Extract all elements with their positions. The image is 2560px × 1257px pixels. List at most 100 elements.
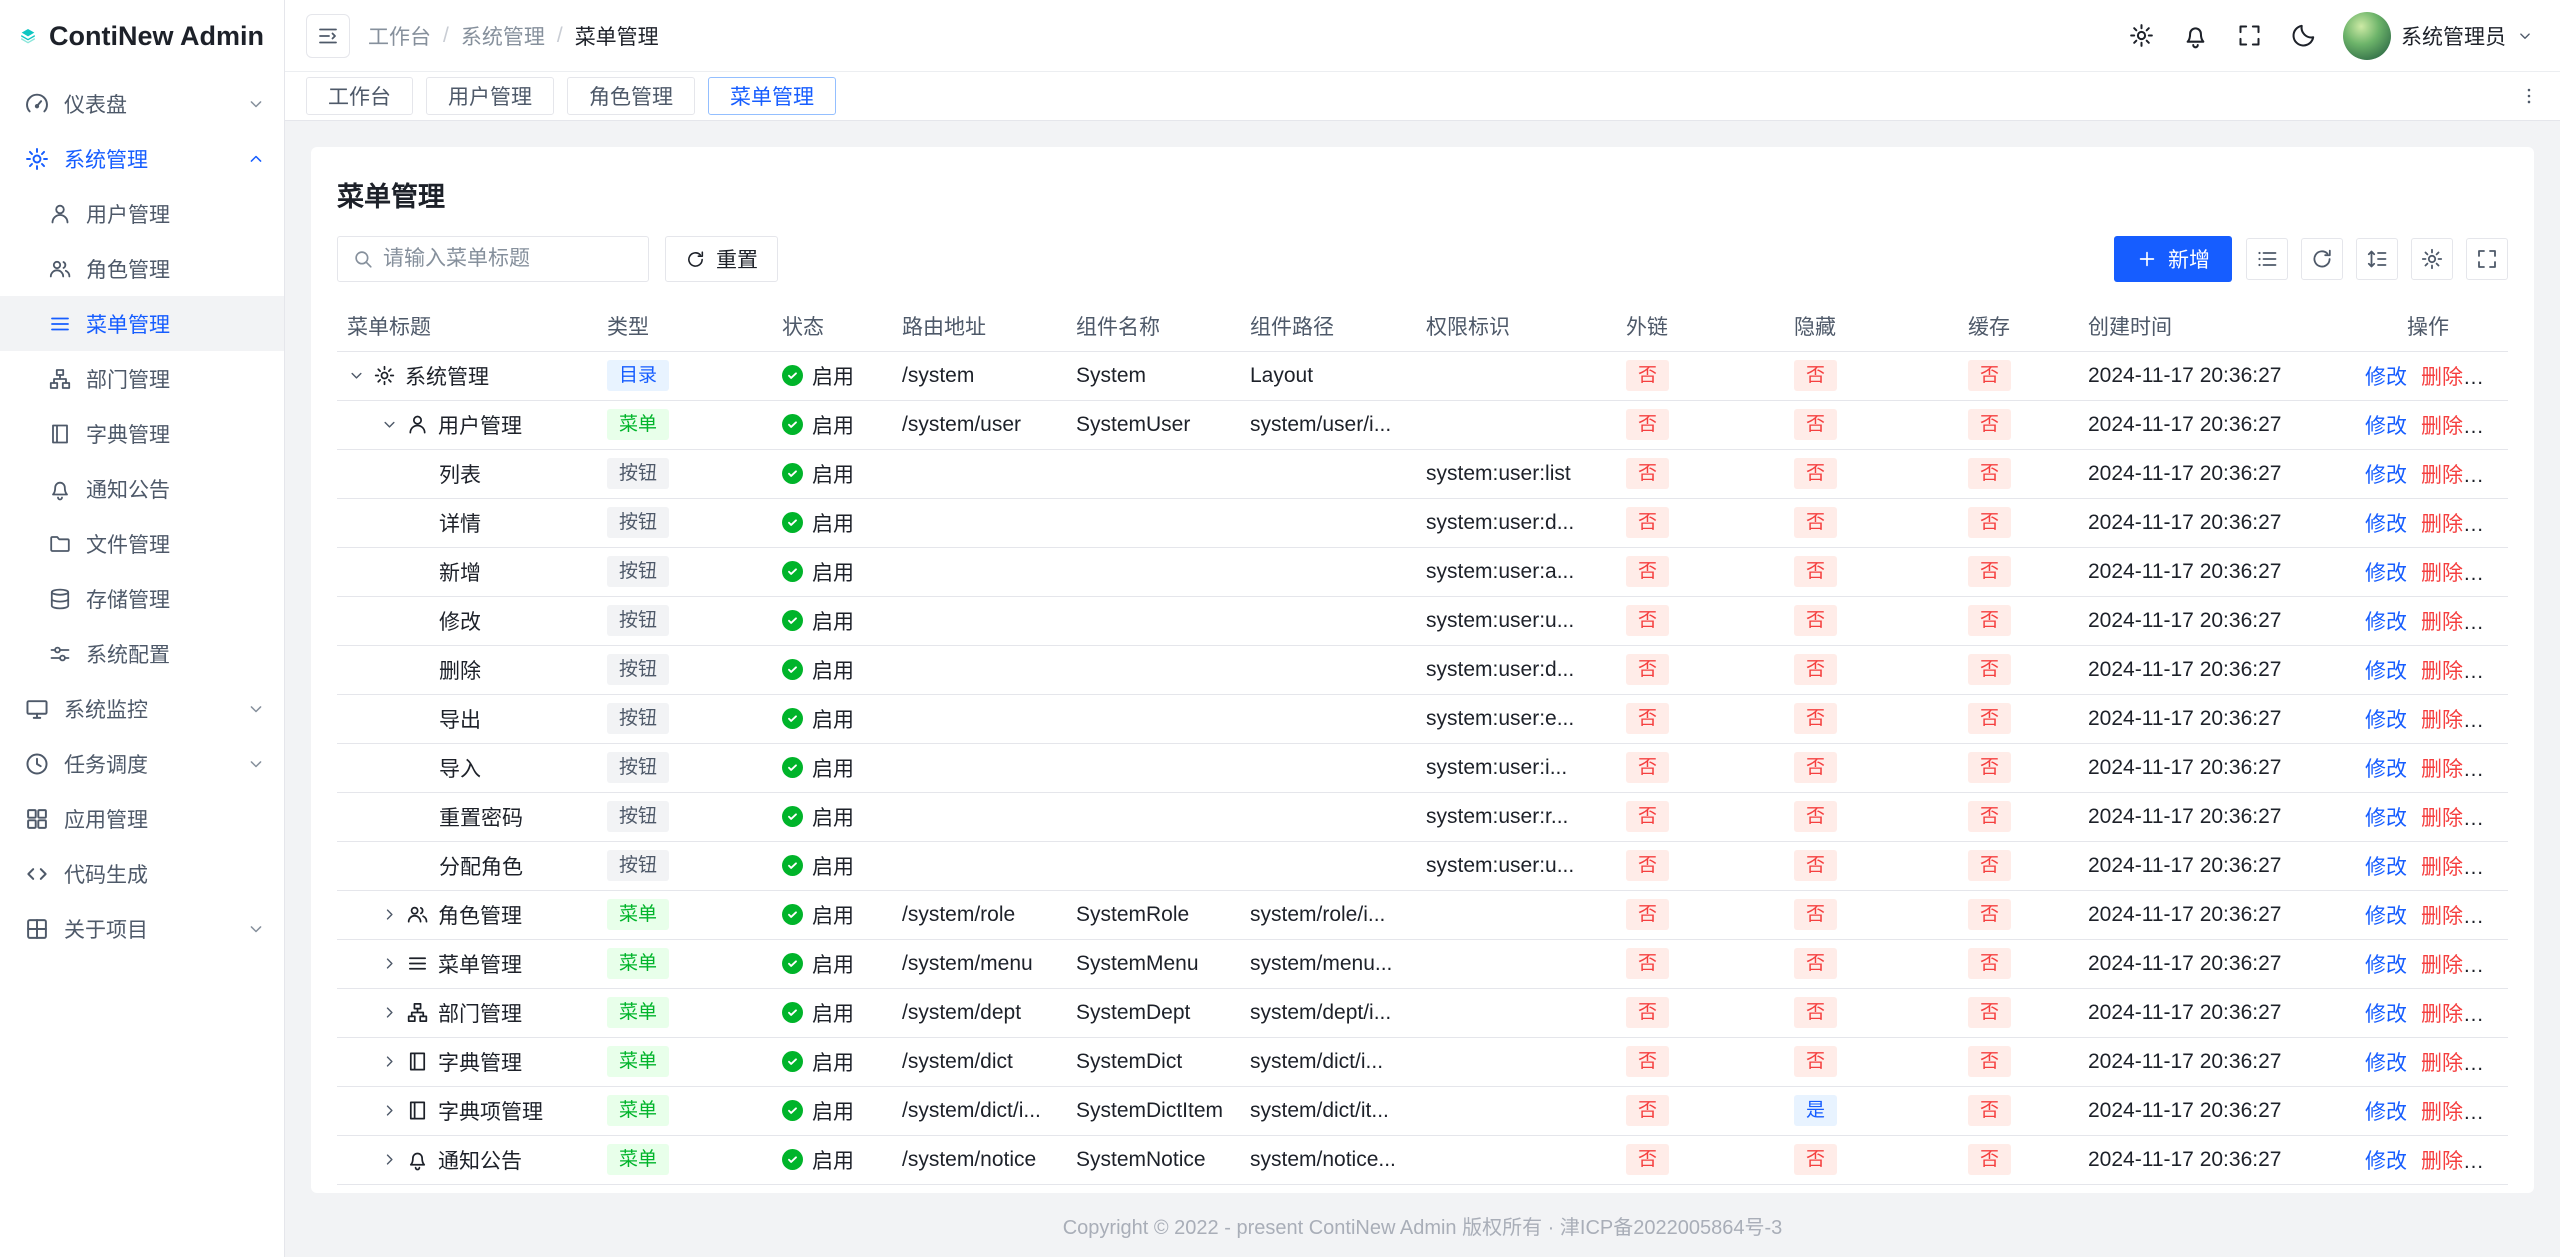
sidebar-subitem[interactable]: 存储管理 <box>0 571 284 626</box>
refresh-icon <box>685 249 706 270</box>
sidebar-item[interactable]: 关于项目 <box>0 901 284 956</box>
sidebar-subitem[interactable]: 菜单管理 <box>0 296 284 351</box>
edit-link[interactable]: 修改 <box>2365 954 2407 977</box>
component-name-cell <box>1066 449 1240 498</box>
edit-link[interactable]: 修改 <box>2365 1150 2407 1173</box>
sidebar-subitem[interactable]: 字典管理 <box>0 406 284 461</box>
delete-link[interactable]: 删除 <box>2421 366 2463 389</box>
breadcrumb-item[interactable]: 菜单管理 <box>575 21 659 51</box>
tab-1[interactable]: 用户管理 <box>426 77 554 115</box>
edit-link[interactable]: 修改 <box>2365 513 2407 536</box>
sidebar-item[interactable]: 代码生成 <box>0 846 284 901</box>
edit-link[interactable]: 修改 <box>2365 807 2407 830</box>
route-cell <box>892 498 1066 547</box>
search-input[interactable] <box>383 247 634 271</box>
delete-link[interactable]: 删除 <box>2421 415 2463 438</box>
column-settings-button[interactable] <box>2411 238 2453 280</box>
search-box <box>337 236 649 282</box>
sidebar-item[interactable]: 任务调度 <box>0 736 284 791</box>
route-cell <box>892 547 1066 596</box>
flag-badge: 否 <box>1968 556 2011 588</box>
sidebar-subitem[interactable]: 用户管理 <box>0 186 284 241</box>
sidebar-item[interactable]: 系统监控 <box>0 681 284 736</box>
delete-link[interactable]: 删除 <box>2421 464 2463 487</box>
component-path-cell <box>1240 449 1416 498</box>
edit-link[interactable]: 修改 <box>2365 415 2407 438</box>
delete-link[interactable]: 删除 <box>2421 709 2463 732</box>
delete-link[interactable]: 删除 <box>2421 807 2463 830</box>
user-menu[interactable]: 系统管理员 <box>2343 12 2534 60</box>
theme-toggle-button[interactable] <box>2281 14 2325 58</box>
row-expand-caret[interactable] <box>347 366 373 385</box>
flag-badge: 否 <box>1968 605 2011 637</box>
delete-link[interactable]: 删除 <box>2421 954 2463 977</box>
permission-cell <box>1416 939 1616 988</box>
view-list-button[interactable] <box>2246 238 2288 280</box>
delete-link[interactable]: 删除 <box>2421 1003 2463 1026</box>
flag-badge: 否 <box>1794 997 1837 1029</box>
breadcrumb-item[interactable]: 系统管理 <box>461 21 545 51</box>
breadcrumb-item[interactable]: 工作台 <box>368 21 431 51</box>
row-expand-caret[interactable] <box>380 954 406 973</box>
row-expand-caret[interactable] <box>380 905 406 924</box>
refresh-button[interactable] <box>2301 238 2343 280</box>
delete-link[interactable]: 删除 <box>2421 1101 2463 1124</box>
sidebar-collapse-button[interactable] <box>306 14 350 58</box>
tab-3[interactable]: 菜单管理 <box>708 77 836 115</box>
edit-link[interactable]: 修改 <box>2365 366 2407 389</box>
status-badge: 启用 <box>782 655 854 685</box>
sidebar-subitem[interactable]: 系统配置 <box>0 626 284 681</box>
row-height-button[interactable] <box>2356 238 2398 280</box>
copyright-text: Copyright © 2022 - present ContiNew Admi… <box>1063 1211 1783 1240</box>
delete-link[interactable]: 删除 <box>2421 611 2463 634</box>
type-badge: 菜单 <box>607 997 669 1029</box>
edit-link[interactable]: 修改 <box>2365 611 2407 634</box>
type-cell: 菜单 <box>597 1037 772 1086</box>
table-fullscreen-button[interactable] <box>2466 238 2508 280</box>
edit-link[interactable]: 修改 <box>2365 464 2407 487</box>
edit-link[interactable]: 修改 <box>2365 1101 2407 1124</box>
sidebar-item[interactable]: 系统管理 <box>0 131 284 186</box>
menu-fold-icon <box>316 24 340 48</box>
sidebar-subitem[interactable]: 角色管理 <box>0 241 284 296</box>
sidebar-item[interactable]: 应用管理 <box>0 791 284 846</box>
edit-link[interactable]: 修改 <box>2365 562 2407 585</box>
row-expand-caret[interactable] <box>380 1052 406 1071</box>
delete-link[interactable]: 删除 <box>2421 513 2463 536</box>
edit-link[interactable]: 修改 <box>2365 856 2407 879</box>
edit-link[interactable]: 修改 <box>2365 660 2407 683</box>
delete-link[interactable]: 删除 <box>2421 1052 2463 1075</box>
fullscreen-button[interactable] <box>2227 14 2271 58</box>
delete-link[interactable]: 删除 <box>2421 905 2463 928</box>
app-logo[interactable]: ContiNew Admin <box>0 0 284 72</box>
add-button[interactable]: 新增 <box>2114 236 2232 282</box>
delete-link[interactable]: 删除 <box>2421 660 2463 683</box>
reset-button[interactable]: 重置 <box>665 236 778 282</box>
edit-link[interactable]: 修改 <box>2365 758 2407 781</box>
tab-2[interactable]: 角色管理 <box>567 77 695 115</box>
delete-link[interactable]: 删除 <box>2421 1150 2463 1173</box>
sidebar-item[interactable]: 仪表盘 <box>0 76 284 131</box>
row-expand-caret[interactable] <box>380 1150 406 1169</box>
tab-0[interactable]: 工作台 <box>306 77 413 115</box>
delete-link[interactable]: 删除 <box>2421 856 2463 879</box>
row-expand-caret[interactable] <box>380 1101 406 1120</box>
menu-title: 分配角色 <box>439 851 523 881</box>
route-cell: /system/dept <box>892 988 1066 1037</box>
menu-table: 菜单标题类型状态路由地址组件名称组件路径权限标识外链隐藏缓存创建时间操作 系统管… <box>337 302 2508 1193</box>
edit-link[interactable]: 修改 <box>2365 1003 2407 1026</box>
edit-link[interactable]: 修改 <box>2365 1052 2407 1075</box>
row-expand-caret[interactable] <box>380 415 406 434</box>
tab-options-button[interactable] <box>2510 77 2548 115</box>
sidebar-subitem[interactable]: 通知公告 <box>0 461 284 516</box>
delete-link[interactable]: 删除 <box>2421 562 2463 585</box>
row-expand-caret[interactable] <box>380 1003 406 1022</box>
sidebar-subitem[interactable]: 文件管理 <box>0 516 284 571</box>
notifications-button[interactable] <box>2173 14 2217 58</box>
edit-link[interactable]: 修改 <box>2365 905 2407 928</box>
delete-link[interactable]: 删除 <box>2421 758 2463 781</box>
sidebar-subitem[interactable]: 部门管理 <box>0 351 284 406</box>
edit-link[interactable]: 修改 <box>2365 709 2407 732</box>
settings-button[interactable] <box>2119 14 2163 58</box>
cache-cell: 否 <box>1958 988 2078 1037</box>
